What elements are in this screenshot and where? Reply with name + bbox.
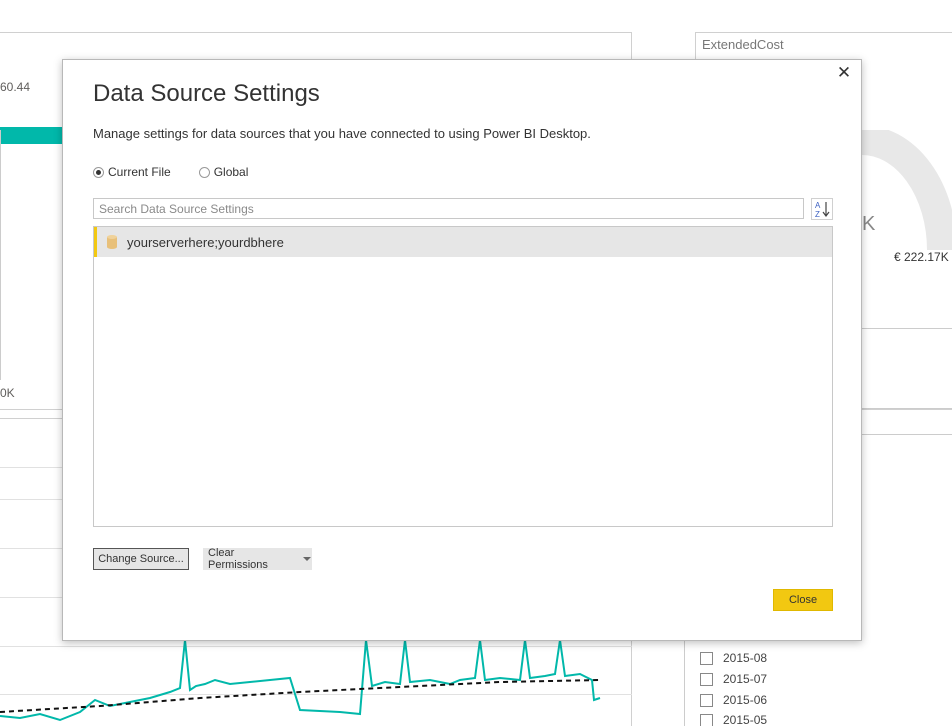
list-item[interactable]: yourserverhere;yourdbhere [94, 227, 832, 257]
chevron-down-icon[interactable] [303, 557, 311, 561]
data-source-list[interactable]: yourserverhere;yourdbhere [93, 226, 833, 527]
divider [862, 408, 952, 409]
slicer-item[interactable]: 2015-08 [700, 649, 767, 667]
svg-text:Z: Z [815, 210, 820, 219]
checkbox[interactable] [700, 672, 713, 686]
close-icon[interactable]: ✕ [835, 64, 853, 82]
clear-permissions-button[interactable]: Clear Permissions [203, 547, 312, 571]
slicer-item[interactable]: 2015-06 [700, 691, 767, 709]
axis-value-bottom: 0K [0, 386, 15, 400]
search-input[interactable] [93, 198, 804, 219]
database-icon [107, 235, 117, 249]
scope-radio-group: Current File Global [93, 165, 248, 179]
close-button[interactable]: Close [773, 589, 833, 611]
radio-label: Current File [108, 165, 171, 179]
divider [862, 434, 952, 435]
gridline [0, 467, 62, 468]
axis-value-top: 60.44 [0, 80, 31, 94]
dialog-title: Data Source Settings [93, 80, 320, 107]
gridline [0, 499, 62, 500]
gauge-arc [862, 130, 952, 250]
divider [862, 328, 952, 329]
button-label: Change Source... [98, 553, 184, 565]
button-label: Clear Permissions [208, 547, 268, 571]
gauge-title: ExtendedCost [702, 37, 784, 52]
radio-global[interactable]: Global [198, 165, 249, 179]
svg-text:A: A [815, 201, 821, 210]
button-label: Close [788, 594, 818, 606]
gauge-partial-value: K [862, 213, 876, 235]
radio-label: Global [213, 165, 249, 179]
checkbox[interactable] [700, 713, 713, 726]
gauge-max-label: € 222.17K [894, 250, 949, 264]
slicer-item-label: 2015-06 [723, 693, 768, 707]
dialog-description: Manage settings for data sources that yo… [93, 126, 591, 141]
checkbox[interactable] [700, 693, 713, 707]
radio-selected-icon[interactable] [93, 166, 104, 178]
line-series [0, 640, 601, 722]
change-source-button[interactable]: Change Source... [93, 548, 189, 570]
data-source-label: yourserverhere;yourdbhere [127, 234, 284, 250]
axis-line [0, 130, 1, 380]
slicer-item[interactable]: 2015-05 [700, 711, 767, 726]
data-source-settings-dialog: ✕ Data Source Settings Manage settings f… [62, 59, 862, 641]
slicer-item-label: 2015-07 [723, 672, 768, 686]
slicer-item-label: 2015-08 [723, 651, 768, 665]
slicer-item-label: 2015-05 [723, 713, 768, 726]
checkbox[interactable] [700, 651, 713, 665]
sort-az-icon[interactable]: A Z [811, 198, 833, 220]
gridline [0, 597, 62, 598]
radio-unselected-icon[interactable] [198, 166, 210, 178]
slicer-item[interactable]: 2015-07 [700, 670, 767, 688]
radio-current-file[interactable]: Current File [93, 165, 171, 179]
bar-mark [0, 127, 62, 144]
gridline [0, 548, 62, 549]
